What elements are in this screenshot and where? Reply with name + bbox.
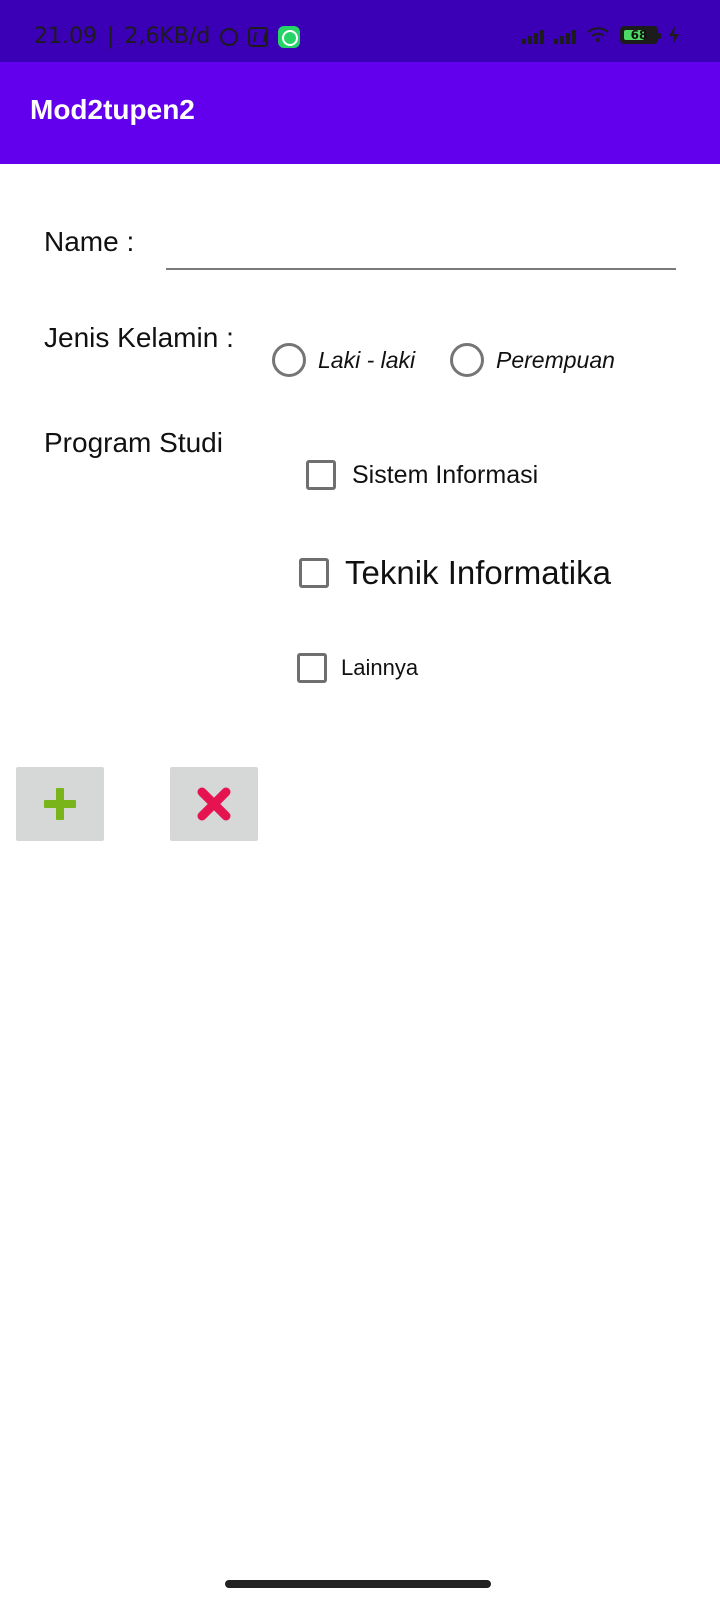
gender-label: Jenis Kelamin : [44,322,234,353]
whatsapp-icon [278,26,301,48]
home-indicator [225,1580,491,1588]
charging-icon [669,26,679,44]
program-label: Program Studi [44,427,223,458]
checkbox-label-sistem-informasi: Sistem Informasi [352,460,539,489]
checkbox-label-lainnya: Lainnya [341,655,419,680]
checkbox-icon[interactable] [299,557,329,588]
signal-icon [522,26,544,44]
app-bar: Mod2tupen2 [0,62,720,164]
name-input[interactable] [166,218,676,270]
radio-laki-laki[interactable]: Laki - laki [272,343,415,377]
cancel-button[interactable] [170,767,258,841]
status-right: 68 [522,26,680,44]
checkbox-lainnya[interactable]: Lainnya [297,653,418,683]
nfc-icon [248,27,269,47]
checkbox-sistem-informasi[interactable]: Sistem Informasi [306,460,538,490]
status-time: 21.09 [34,24,97,49]
wifi-icon [587,27,609,42]
radio-button-icon[interactable] [272,343,306,377]
radio-button-icon[interactable] [450,343,484,377]
status-separator: | [106,24,115,49]
checkbox-label-teknik-informatika: Teknik Informatika [345,554,611,591]
radio-label-laki-laki: Laki - laki [318,346,416,373]
radio-perempuan[interactable]: Perempuan [450,343,615,377]
close-icon [197,787,231,821]
battery-level: 68 [630,28,648,42]
name-label: Name : [44,226,135,257]
status-bar: 21.09 | 2,6KB/d 68 [0,0,720,62]
app-title: Mod2tupen2 [30,94,195,125]
network-speed: 2,6KB/d [124,24,211,49]
checkbox-icon[interactable] [297,653,327,683]
status-left: 21.09 | 2,6KB/d [34,24,301,49]
battery-icon: 68 [620,26,661,44]
checkbox-teknik-informatika[interactable]: Teknik Informatika [299,556,611,589]
plus-icon [44,788,76,820]
battery-tip [658,33,661,39]
add-button[interactable] [16,767,104,841]
checkbox-icon[interactable] [306,460,336,490]
radio-label-perempuan: Perempuan [496,346,615,373]
signal-icon [554,26,576,44]
alarm-icon [220,28,239,46]
